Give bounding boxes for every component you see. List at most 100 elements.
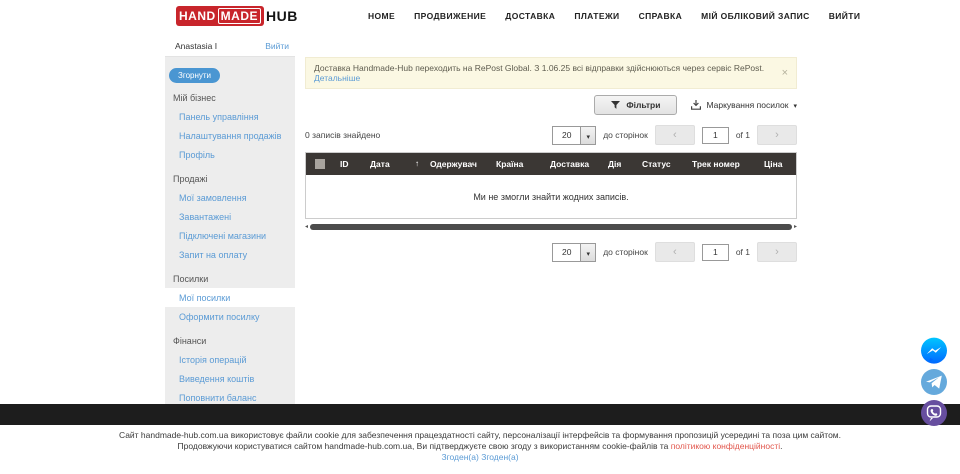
page-of-label: of 1	[736, 130, 750, 140]
per-page-label: до сторінок	[603, 247, 648, 257]
filters-button-label: Фільтри	[626, 100, 660, 110]
filters-button[interactable]: Фільтри	[594, 95, 677, 115]
page-size-select[interactable]: 20	[552, 126, 596, 145]
pager-controls-bottom: 20 до сторінок ‹ of 1 ›	[552, 242, 797, 262]
scroll-right-icon[interactable]	[794, 224, 797, 230]
top-header: HAND MADE HUB HOME ПРОДВИЖЕНИЕ ДОСТАВКА …	[0, 0, 960, 36]
col-price[interactable]: Ціна	[758, 159, 792, 169]
sidebar-item-profile[interactable]: Профіль	[165, 145, 295, 164]
user-row: Anastasia I Вийти	[165, 38, 295, 57]
pagination-top: 0 записів знайдено 20 до сторінок ‹ of 1…	[305, 125, 797, 145]
collapse-button[interactable]: Згорнути	[169, 68, 220, 83]
cookie-line-2-text: Продовжуючи користуватися сайтом handmad…	[178, 441, 671, 451]
close-icon[interactable]: ×	[774, 67, 788, 79]
table-header-row: ID Дата ↑ Одержувач Країна Доставка Дія …	[306, 153, 796, 175]
main-nav: HOME ПРОДВИЖЕНИЕ ДОСТАВКА ПЛАТЕЖИ СПРАВК…	[368, 11, 860, 21]
viber-icon[interactable]	[920, 399, 948, 427]
chevron-down-icon	[793, 100, 797, 110]
sidebar-section-finance: Фінанси	[165, 326, 295, 350]
select-caret-button[interactable]	[580, 244, 595, 261]
agree-link-1[interactable]: Згоден(а)	[441, 452, 478, 462]
notification-banner: Доставка Handmade-Hub переходить на RePo…	[305, 57, 797, 89]
cookie-footer: Сайт handmade-hub.com.ua використовує фа…	[0, 430, 960, 463]
sidebar-item-payment-request[interactable]: Запит на оплату	[165, 245, 295, 264]
page-size-select-bottom[interactable]: 20	[552, 243, 596, 262]
chevron-down-icon	[586, 243, 590, 261]
pagination-bottom: 20 до сторінок ‹ of 1 ›	[305, 242, 797, 262]
logo-red-box: HAND MADE	[176, 6, 264, 26]
sidebar-section-sales: Продажі	[165, 164, 295, 188]
sort-ascending-icon[interactable]: ↑	[415, 159, 419, 169]
scrollbar-thumb[interactable]	[310, 224, 792, 230]
page-of-label: of 1	[736, 247, 750, 257]
prev-page-button[interactable]: ‹	[655, 125, 695, 145]
per-page-label: до сторінок	[603, 130, 648, 140]
funnel-icon	[611, 101, 620, 110]
user-name: Anastasia I	[175, 41, 217, 51]
main-content: Доставка Handmade-Hub переходить на RePo…	[305, 38, 797, 423]
col-id[interactable]: ID	[334, 159, 364, 169]
parcels-table: ID Дата ↑ Одержувач Країна Доставка Дія …	[305, 152, 797, 219]
next-page-button[interactable]: ›	[757, 125, 797, 145]
sidebar-item-create-parcel[interactable]: Оформити посилку	[165, 307, 295, 326]
nav-item-home[interactable]: HOME	[368, 11, 395, 21]
page-body: Anastasia I Вийти Згорнути Мій бізнес Па…	[165, 38, 797, 423]
nav-item-account[interactable]: МІЙ ОБЛІКОВИЙ ЗАПИС	[701, 11, 810, 21]
chevron-down-icon	[586, 126, 590, 144]
select-caret-button[interactable]	[580, 127, 595, 144]
logo-text-hand: HAND	[179, 9, 216, 23]
prev-page-button-bottom[interactable]: ‹	[655, 242, 695, 262]
col-date[interactable]: Дата ↑	[364, 159, 424, 169]
nav-item-logout[interactable]: ВИЙТИ	[829, 11, 861, 21]
sidebar-item-withdraw-funds[interactable]: Виведення коштів	[165, 369, 295, 388]
records-found-text: 0 записів знайдено	[305, 130, 380, 140]
sidebar: Anastasia I Вийти Згорнути Мій бізнес Па…	[165, 38, 295, 423]
footer-divider-bar	[0, 404, 960, 425]
scroll-left-icon[interactable]	[305, 224, 308, 230]
logo-text-hub: HUB	[266, 8, 298, 24]
nav-item-promotion[interactable]: ПРОДВИЖЕНИЕ	[414, 11, 486, 21]
banner-text: Доставка Handmade-Hub переходить на RePo…	[314, 63, 774, 83]
col-country[interactable]: Країна	[490, 159, 544, 169]
parcel-marking-button[interactable]: Маркування посилок	[691, 100, 797, 110]
col-date-label: Дата	[370, 159, 390, 169]
sidebar-item-sales-settings[interactable]: Налаштування продажів	[165, 126, 295, 145]
page-number-input-bottom[interactable]	[702, 244, 729, 261]
sidebar-panel: Згорнути Мій бізнес Панель управління На…	[165, 57, 295, 423]
sidebar-item-uploaded[interactable]: Завантажені	[165, 207, 295, 226]
nav-item-delivery[interactable]: ДОСТАВКА	[505, 11, 555, 21]
sidebar-item-connected-stores[interactable]: Підключені магазини	[165, 226, 295, 245]
banner-details-link[interactable]: Детальніше	[314, 73, 360, 83]
page-size-value: 20	[553, 127, 580, 144]
select-all-checkbox[interactable]	[315, 159, 325, 169]
handmade-hub-logo[interactable]: HAND MADE HUB	[176, 6, 298, 26]
banner-message: Доставка Handmade-Hub переходить на RePo…	[314, 63, 764, 73]
sidebar-item-my-parcels[interactable]: Мої посилки	[165, 288, 295, 307]
download-tray-icon	[691, 100, 701, 110]
col-delivery[interactable]: Доставка	[544, 159, 602, 169]
sidebar-item-operation-history[interactable]: Історія операцій	[165, 350, 295, 369]
nav-item-help[interactable]: СПРАВКА	[639, 11, 683, 21]
nav-item-payments[interactable]: ПЛАТЕЖИ	[574, 11, 619, 21]
messenger-icon[interactable]	[920, 337, 948, 365]
telegram-icon[interactable]	[920, 368, 948, 396]
sidebar-section-my-business: Мій бізнес	[165, 83, 295, 107]
page-number-input[interactable]	[702, 127, 729, 144]
parcel-marking-label: Маркування посилок	[706, 100, 788, 110]
col-status[interactable]: Статус	[636, 159, 686, 169]
page-size-value: 20	[553, 244, 580, 261]
cookie-line-2-suffix: .	[780, 441, 782, 451]
col-recipient[interactable]: Одержувач	[424, 159, 490, 169]
privacy-policy-link[interactable]: політикою конфіденційності	[671, 441, 780, 451]
table-empty-message: Ми не змогли знайти жодних записів.	[306, 175, 796, 218]
agree-link-2[interactable]: Згоден(а)	[481, 452, 518, 462]
sidebar-item-dashboard[interactable]: Панель управління	[165, 107, 295, 126]
chat-widgets	[920, 337, 948, 427]
pager-controls-top: 20 до сторінок ‹ of 1 ›	[552, 125, 797, 145]
col-track-number[interactable]: Трек номер	[686, 159, 758, 169]
col-action[interactable]: Дія	[602, 159, 636, 169]
sidebar-item-my-orders[interactable]: Мої замовлення	[165, 188, 295, 207]
sidebar-section-parcels: Посилки	[165, 264, 295, 288]
next-page-button-bottom[interactable]: ›	[757, 242, 797, 262]
sidebar-logout-link[interactable]: Вийти	[265, 41, 289, 51]
